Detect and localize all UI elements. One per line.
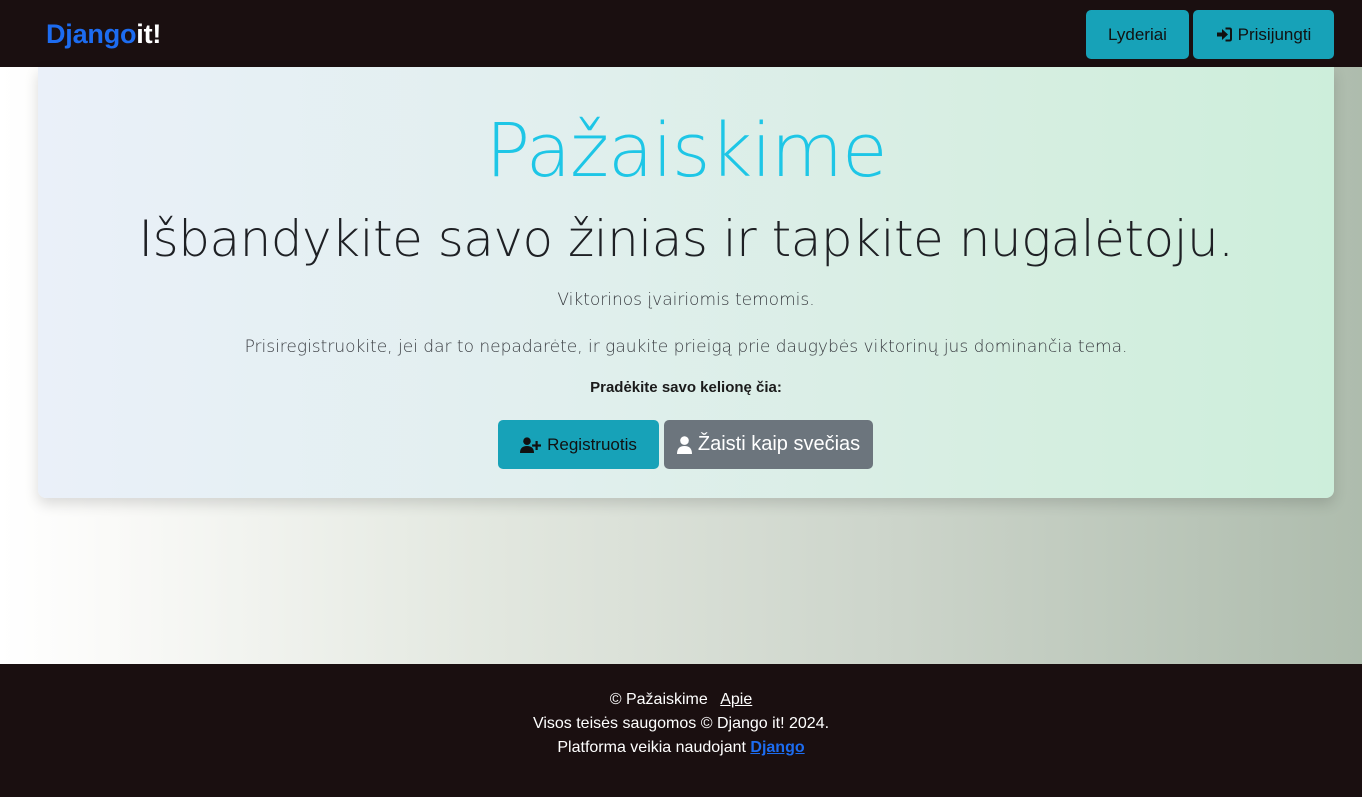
footer-copyright-line: © Pažaiskime Apie xyxy=(0,689,1362,711)
sign-in-icon xyxy=(1216,27,1232,42)
footer: © Pažaiskime Apie Visos teisės saugomos … xyxy=(0,664,1362,797)
register-button[interactable]: Registruotis xyxy=(498,420,659,469)
user-plus-icon xyxy=(520,436,542,453)
hero-subtitle: Išbandykite savo žinias ir tapkite nugal… xyxy=(138,210,1234,268)
login-button-label: Prisijungti xyxy=(1237,24,1312,44)
brand-name-part2: it! xyxy=(136,19,162,49)
hero-call-to-action: Pradėkite savo kelionę čia: xyxy=(590,379,782,396)
django-link[interactable]: Django xyxy=(750,739,804,756)
footer-powered-line: Platforma veikia naudojant Django xyxy=(0,737,1362,759)
hero-signup-text: Prisiregistruokite, jei dar to nepadarėt… xyxy=(244,337,1128,357)
play-as-guest-label: Žaisti kaip svečias xyxy=(697,433,861,455)
hero-description: Viktorinos įvairiomis temomis. xyxy=(557,290,815,310)
login-button[interactable]: Prisijungti xyxy=(1193,10,1334,59)
register-button-label: Registruotis xyxy=(547,434,637,454)
play-as-guest-button[interactable]: Žaisti kaip svečias xyxy=(664,420,873,469)
main-area: Pažaiskime Išbandykite savo žinias ir ta… xyxy=(0,67,1362,664)
user-icon xyxy=(676,435,692,454)
hero-title: Pažaiskime xyxy=(485,108,888,194)
brand-logo[interactable]: Djangoit! xyxy=(46,17,161,51)
about-link[interactable]: Apie xyxy=(720,691,752,708)
navbar: Djangoit! Lyderiai Prisijungti xyxy=(0,0,1362,67)
brand-name-part1: Django xyxy=(46,19,137,49)
footer-rights: Visos teisės saugomos © Django it! 2024. xyxy=(532,715,830,732)
leaders-button[interactable]: Lyderiai xyxy=(1086,10,1189,59)
footer-powered-by: Platforma veikia naudojant xyxy=(557,739,746,756)
leaders-button-label: Lyderiai xyxy=(1108,24,1167,44)
hero-jumbotron: Pažaiskime Išbandykite savo žinias ir ta… xyxy=(38,67,1334,498)
footer-copyright: © Pažaiskime xyxy=(609,691,708,708)
